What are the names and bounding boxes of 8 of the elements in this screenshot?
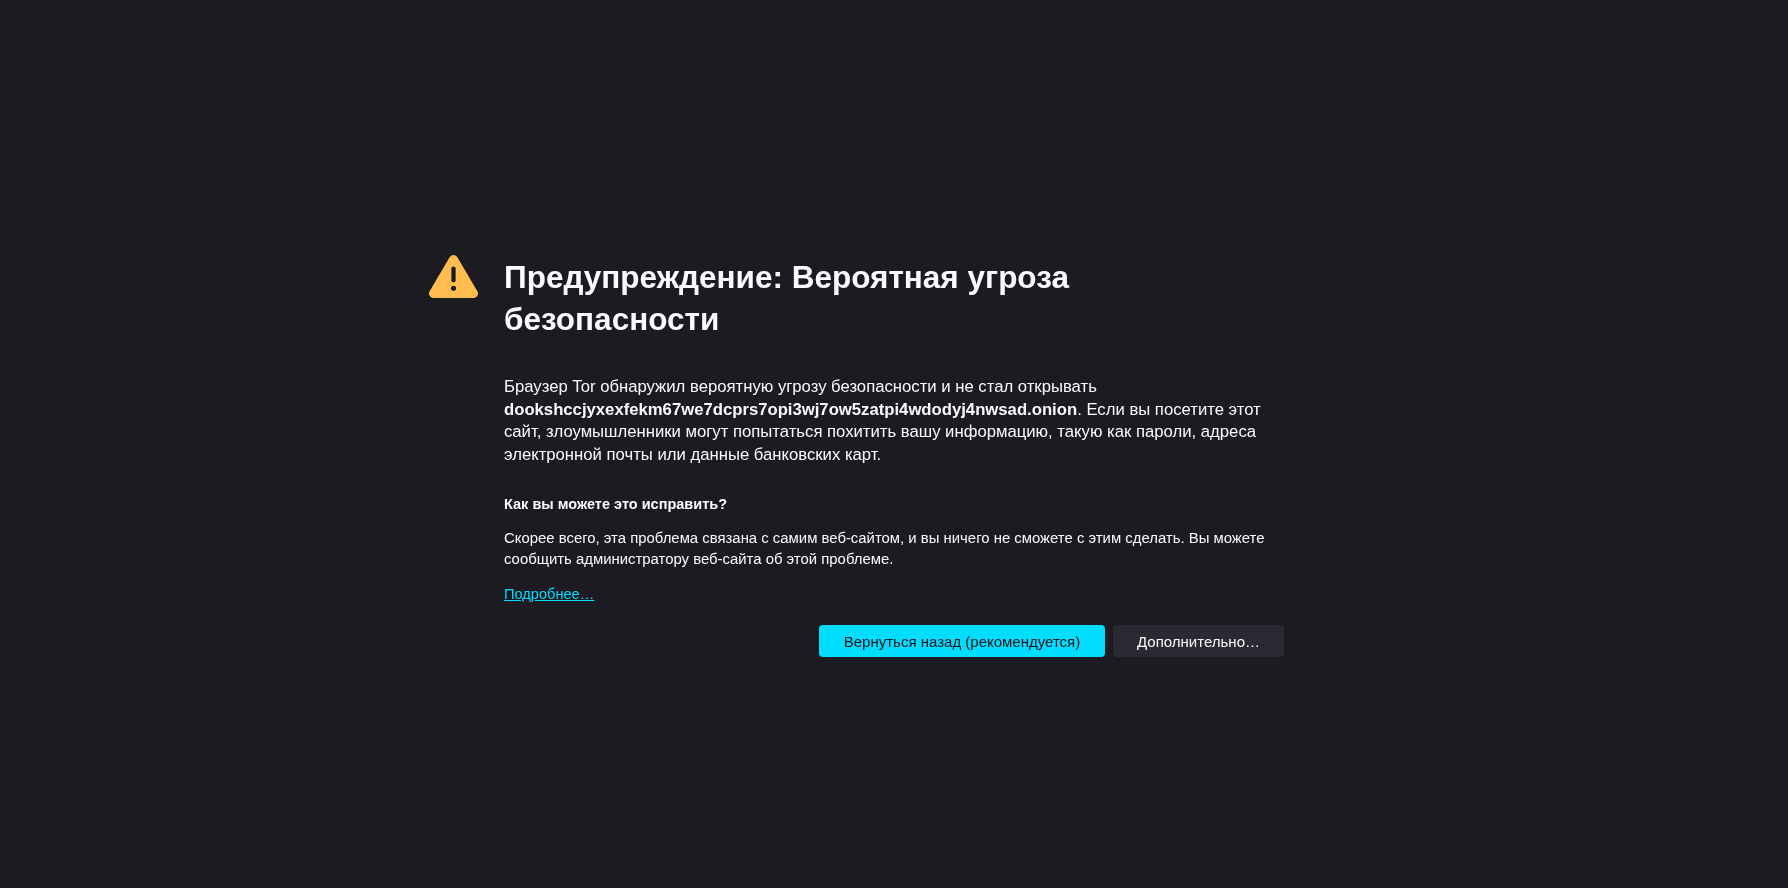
go-back-button[interactable]: Вернуться назад (рекомендуется) [819, 625, 1105, 657]
help-heading: Как вы можете это исправить? [504, 495, 729, 514]
warning-description: Браузер Tor обнаружил вероятную угрозу безопасности и не стал открывать dookshccjyxexfekm67we7dcprs7opi3wj7ow5zatpi4wdodyj4nwsad.onion. Если вы посетите этот сайт, злоумышленники могут попытаться похитить вашу информацию, такую как пароли, адреса электронной почты или данные банковских карт. [504, 376, 1262, 466]
warning-icon [428, 253, 479, 299]
learn-more-link[interactable]: Подробнее… [504, 584, 595, 604]
help-text: Скорее всего, эта проблема связана с самим веб-сайтом, и вы ничего не сможете с этим сделать. Вы можете сообщить администратору веб-сайта об этой проблеме. [504, 529, 1266, 569]
page-title: Предупреждение: Вероятная угроза безопасности [504, 258, 1071, 339]
advanced-button[interactable]: Дополнительно… [1113, 625, 1284, 657]
